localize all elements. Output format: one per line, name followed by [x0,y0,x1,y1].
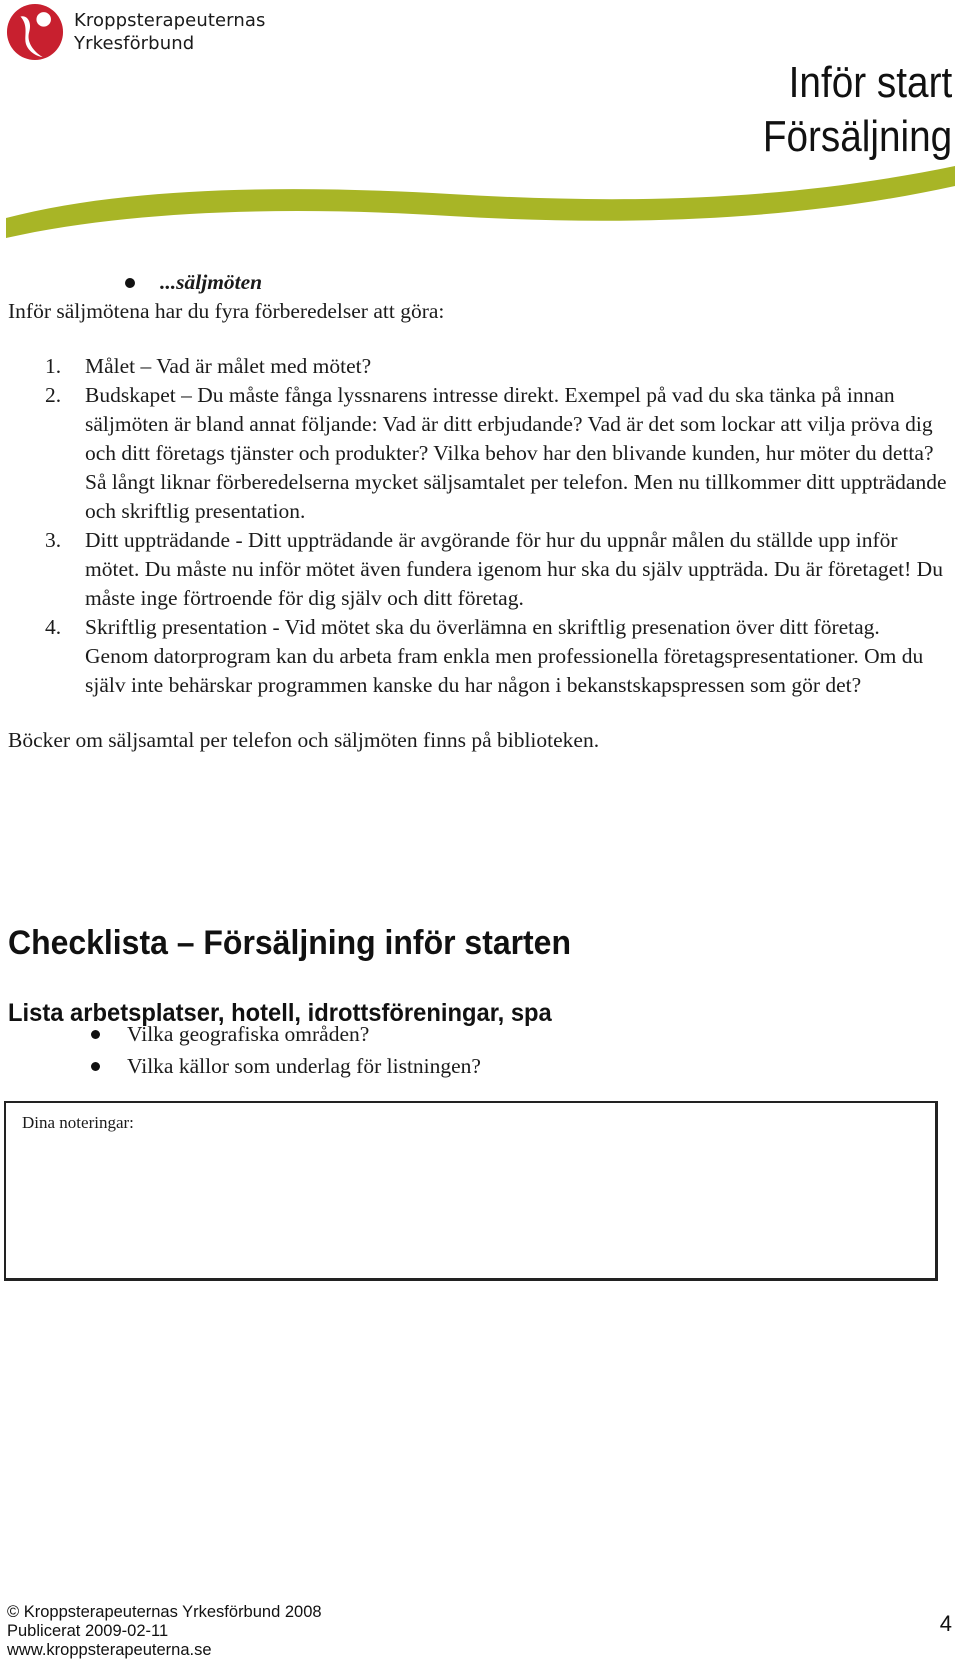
list-item-number: 1. [45,354,62,378]
document-title-line2: Försäljning [762,112,952,161]
green-swoosh-decoration [6,166,955,238]
list-item: 4. Skriftlig presentation - Vid mötet sk… [8,613,948,700]
checklist-questions: Vilka geografiska områden? Vilka källor … [0,1018,481,1082]
organization-logo: Kroppsterapeuternas Yrkesförbund [6,3,265,61]
document-title: Inför start Försäljning [763,56,952,164]
bullet-icon [125,278,135,288]
document-title-line1: Inför start [788,58,952,107]
footer-published-date: Publicerat 2009-02-11 [7,1622,169,1640]
organization-name-line2: Yrkesförbund [74,33,195,54]
checklist-title: Checklista – Försäljning inför starten [8,923,571,962]
bullet-icon [91,1030,100,1039]
notes-label: Dina noteringar: [22,1113,134,1132]
question-text: Vilka källor som underlag för listningen… [127,1054,481,1078]
footer-copyright: © Kroppsterapeuternas Yrkesförbund 2008 [7,1603,322,1621]
list-item-text: Målet – Vad är målet med mötet? [85,354,372,378]
list-item-text: Skriftlig presentation - Vid mötet ska d… [85,615,924,697]
footer-website: www.kroppsterapeuterna.se [7,1641,212,1659]
list-item: 1. Målet – Vad är målet med mötet? [8,352,948,381]
question-text: Vilka geografiska områden? [127,1022,370,1046]
page-number: 4 [939,1611,952,1636]
organization-name-line1: Kroppsterapeuternas [74,10,266,31]
page-header: Kroppsterapeuternas Yrkesförbund Inför s… [0,0,960,255]
logo-mark-icon [6,3,64,61]
list-item: 2. Budskapet – Du måste fånga lyssnarens… [8,381,948,526]
list-item-number: 2. [45,383,62,407]
section-heading: ...säljmöten [8,268,948,297]
list-item-text: Ditt uppträdande - Ditt uppträdande är a… [85,528,943,610]
list-item: 3. Ditt uppträdande - Ditt uppträdande ä… [8,526,948,613]
bullet-icon [91,1062,100,1071]
section-heading-text: ...säljmöten [160,270,263,294]
intro-paragraph: Inför säljmötena har du fyra förberedels… [8,299,445,323]
preparation-steps-list: 1. Målet – Vad är målet med mötet? 2. Bu… [8,352,948,700]
main-content: ...säljmöten Inför säljmötena har du fyr… [8,268,948,777]
list-item-text: Budskapet – Du måste fånga lyssnarens in… [85,383,934,465]
list-item-number: 4. [45,615,62,639]
list-item-number: 3. [45,528,62,552]
organization-name: Kroppsterapeuternas Yrkesförbund [74,9,265,55]
list-item: Vilka geografiska områden? [0,1018,481,1050]
page-footer: © Kroppsterapeuternas Yrkesförbund 2008 … [7,1603,322,1660]
closing-paragraph: Böcker om säljsamtal per telefon och säl… [8,728,600,752]
list-item-extra-text: Så långt liknar förberedelserna mycket s… [85,470,947,523]
notes-box[interactable]: Dina noteringar: [4,1101,938,1281]
list-item: Vilka källor som underlag för listningen… [0,1050,481,1082]
